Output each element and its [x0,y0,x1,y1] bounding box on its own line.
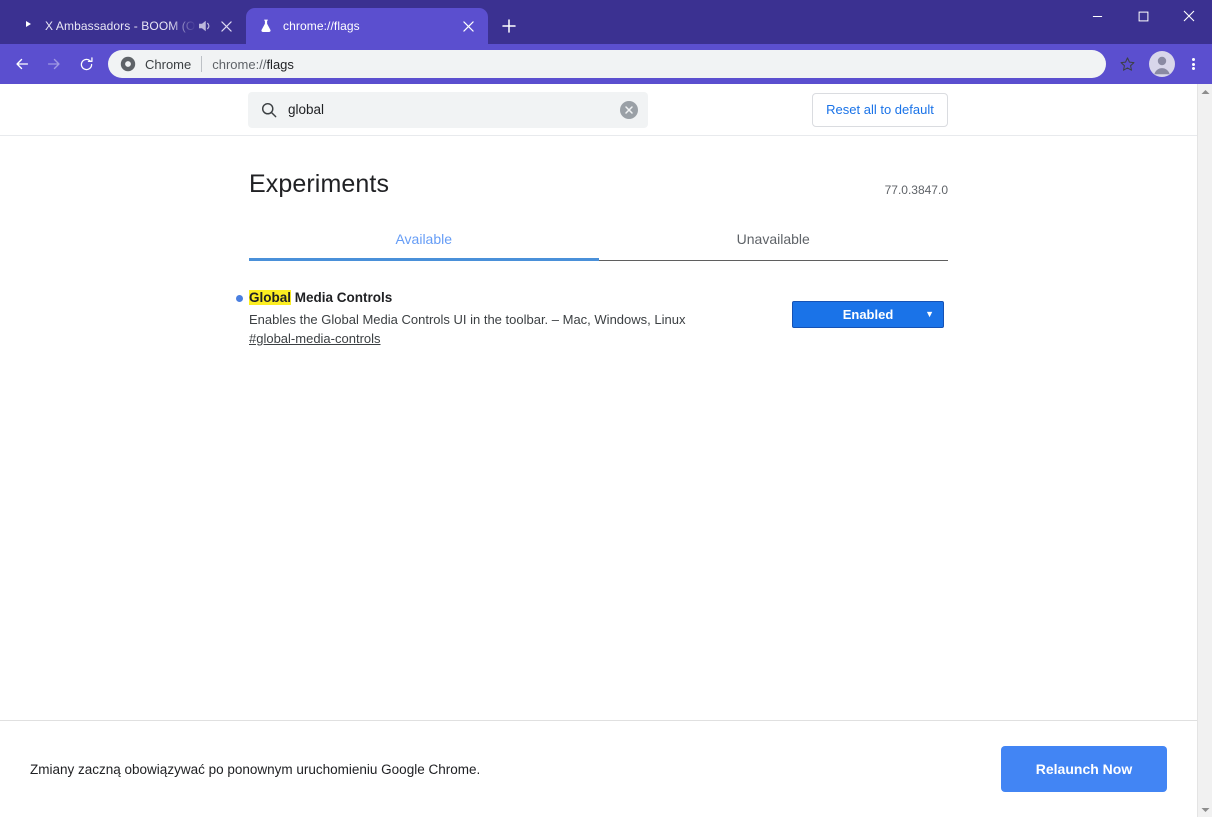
reload-icon[interactable] [70,48,102,80]
speaker-icon[interactable] [196,17,214,35]
browser-tab-chrome-flags[interactable]: chrome://flags [246,8,488,44]
flags-header-bar: Reset all to default [0,84,1197,136]
omnibox-url-prefix: chrome:// [212,56,267,72]
flag-list: Global Media Controls Enables the Global… [236,289,948,348]
flag-title-match: Global [249,290,292,305]
three-dot-menu-icon[interactable] [1180,48,1206,80]
search-input[interactable] [288,102,620,117]
tab-available[interactable]: Available [249,221,599,261]
tab-title: chrome://flags [283,19,360,33]
flag-entry-global-media-controls: Global Media Controls Enables the Global… [236,289,948,348]
youtube-icon [20,18,36,34]
clear-icon[interactable] [620,100,638,119]
tab-unavailable[interactable]: Unavailable [599,221,949,260]
minimize-icon[interactable] [1074,0,1120,32]
chrome-logo-icon [120,56,136,72]
flag-state-dropdown[interactable]: Enabled ▼ [792,301,944,328]
flags-content: Experiments 77.0.3847.0 Available Unavai… [0,170,1197,348]
flag-anchor-link[interactable]: #global-media-controls [249,331,381,346]
forward-arrow-icon[interactable] [38,48,70,80]
search-flags-container[interactable] [248,91,648,128]
search-icon [260,101,278,119]
page-scrollbar[interactable] [1197,84,1212,817]
browser-toolbar: Chrome chrome://flags [0,44,1212,84]
star-icon[interactable] [1114,51,1140,77]
close-icon[interactable] [458,16,478,36]
chevron-down-icon: ▼ [925,309,934,319]
flags-tabs: Available Unavailable [249,221,948,261]
new-tab-button[interactable] [494,11,524,41]
address-bar[interactable]: Chrome chrome://flags [108,50,1106,78]
flask-icon [258,18,274,34]
maximize-icon[interactable] [1120,0,1166,32]
flag-info: Global Media Controls Enables the Global… [236,289,686,348]
page-title: Experiments [249,170,390,198]
back-arrow-icon[interactable] [6,48,38,80]
avatar-icon[interactable] [1148,50,1176,78]
page-viewport: Reset all to default Experiments 77.0.38… [0,84,1197,817]
browser-tab-youtube[interactable]: X Ambassadors - BOOM (Off [8,8,246,44]
omnibox-scheme-label: Chrome [145,56,192,72]
scroll-down-arrow-icon[interactable] [1198,802,1212,817]
chrome-version: 77.0.3847.0 [884,183,948,197]
omnibox-separator [201,56,203,72]
relaunch-now-button[interactable]: Relaunch Now [1001,746,1167,792]
title-row: Experiments 77.0.3847.0 [0,170,1197,199]
flag-title-rest: Media Controls [291,290,393,305]
browser-window: X Ambassadors - BOOM (Off chrome://flags [0,0,1212,817]
window-controls [1074,0,1212,32]
flag-title: Global Media Controls [236,289,685,307]
close-icon[interactable] [216,16,236,36]
scroll-up-arrow-icon[interactable] [1198,84,1212,99]
flag-description: Enables the Global Media Controls UI in … [249,312,686,327]
relaunch-bar: Zmiany zaczną obowiązywać po ponownym ur… [0,720,1197,817]
modified-flag-dot-icon [236,295,243,302]
omnibox-url-page: flags [266,56,294,72]
flag-state-value: Enabled [842,307,894,322]
tab-title: X Ambassadors - BOOM (Off [45,19,196,33]
close-icon[interactable] [1166,0,1212,32]
tab-strip: X Ambassadors - BOOM (Off chrome://flags [0,0,1212,44]
relaunch-message: Zmiany zaczną obowiązywać po ponownym ur… [30,761,481,777]
omnibox-url: chrome://flags [212,57,294,72]
reset-all-to-default-button[interactable]: Reset all to default [812,92,948,127]
